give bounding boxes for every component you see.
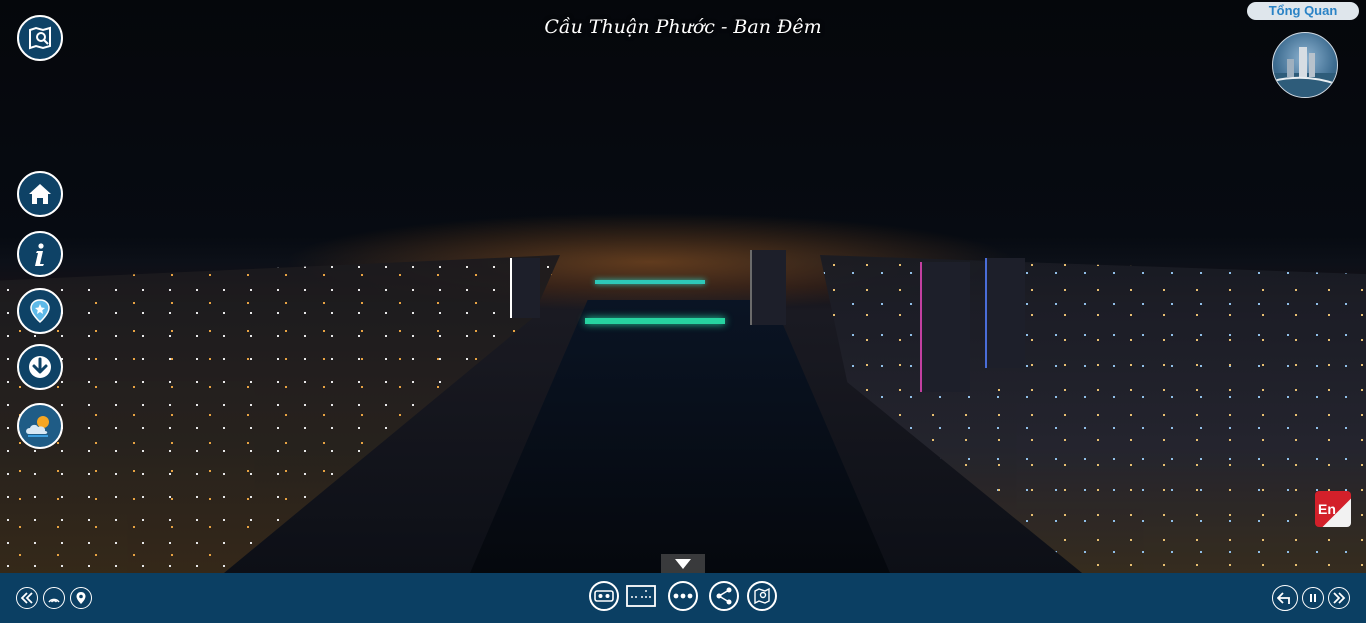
map-icon <box>752 586 772 606</box>
scene-title: Cầu Thuận Phước - Ban Đêm <box>544 16 822 38</box>
map-search-icon <box>26 24 54 52</box>
tower <box>750 250 786 325</box>
hotel-tower <box>920 262 970 392</box>
language-button[interactable]: En <box>1315 491 1351 527</box>
vr-icon <box>594 589 614 603</box>
share-button[interactable] <box>709 581 739 611</box>
floorplan-button[interactable] <box>626 581 656 611</box>
share-icon <box>714 586 734 606</box>
location-pin-icon <box>26 297 54 325</box>
more-button[interactable] <box>668 581 698 611</box>
bottom-toolbar <box>0 573 1366 623</box>
back-button[interactable] <box>1272 585 1298 611</box>
map-search-button[interactable] <box>17 15 63 61</box>
overview-button[interactable]: Tổng Quan <box>1247 2 1359 20</box>
rewind-icon <box>20 592 34 604</box>
forward-icon <box>1332 592 1346 604</box>
river <box>470 300 890 573</box>
bridge-lights <box>595 280 705 284</box>
panorama-view[interactable] <box>0 0 1366 623</box>
vr-mode-button[interactable] <box>589 581 619 611</box>
info-button[interactable] <box>17 231 63 277</box>
triangle-down-icon <box>673 558 693 570</box>
location-icon <box>75 591 87 605</box>
gyro-button[interactable] <box>43 587 65 609</box>
bottom-bar-toggle[interactable] <box>661 554 705 573</box>
tower <box>985 258 1025 368</box>
download-icon <box>26 353 54 381</box>
info-icon <box>26 240 54 268</box>
city-right-bank <box>820 255 1366 573</box>
previous-scene-button[interactable] <box>16 587 38 609</box>
gyro-icon <box>47 592 61 604</box>
overview-thumbnail[interactable] <box>1272 32 1338 98</box>
location-list-button[interactable] <box>70 587 92 609</box>
location-button[interactable] <box>17 288 63 334</box>
map-button[interactable] <box>747 581 777 611</box>
home-icon <box>26 180 54 208</box>
floorplan-icon <box>626 585 656 607</box>
back-icon <box>1277 591 1293 605</box>
more-icon <box>673 593 693 599</box>
pause-button[interactable] <box>1302 587 1324 609</box>
next-scene-button[interactable] <box>1328 587 1350 609</box>
tower <box>510 258 540 318</box>
weather-icon <box>23 412 57 440</box>
pause-icon <box>1308 593 1318 603</box>
home-button[interactable] <box>17 171 63 217</box>
weather-button[interactable] <box>17 403 63 449</box>
bridge-lights <box>585 318 725 324</box>
city-left-bank <box>0 255 560 573</box>
download-button[interactable] <box>17 344 63 390</box>
